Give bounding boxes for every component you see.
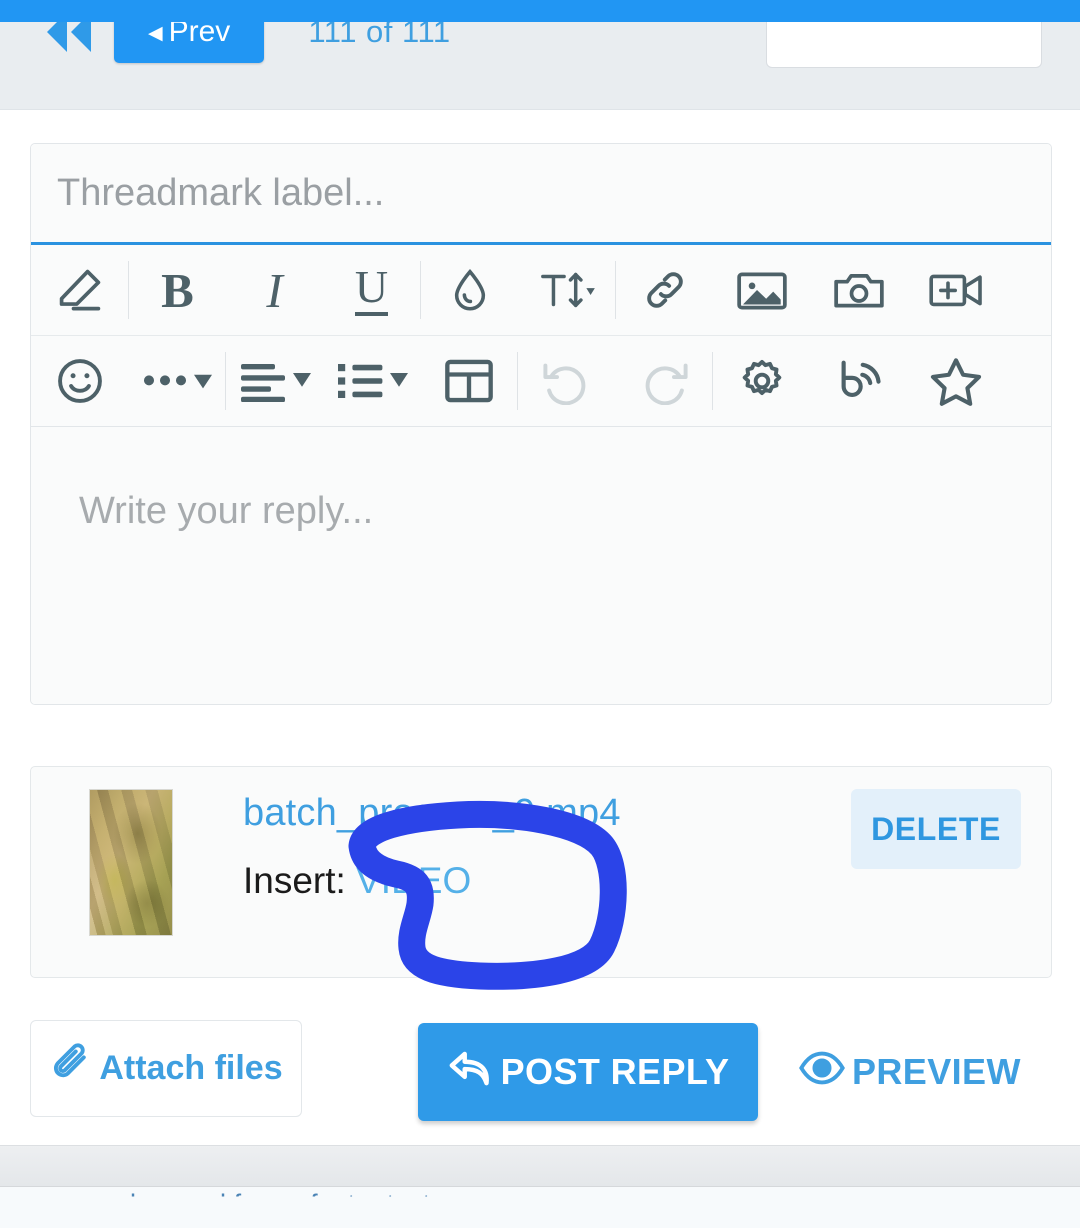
prev-page-button[interactable]: ◀ Prev xyxy=(114,22,265,63)
attachment-thumbnail[interactable] xyxy=(89,789,173,936)
attachment-insert-row: Insert: VIDEO xyxy=(243,860,471,902)
footer-text: obscured forum footer text xyxy=(115,1189,431,1219)
insert-label: Insert: xyxy=(243,860,346,901)
underline-icon[interactable]: U xyxy=(323,245,420,335)
editor-toolbar: B I U xyxy=(31,245,1051,427)
pagination-bar: ◀ Prev 111 of 111 xyxy=(0,22,1080,110)
footer-strip: obscured forum footer text xyxy=(0,1187,1080,1228)
page-jump-input[interactable] xyxy=(766,22,1042,68)
insert-image-icon[interactable] xyxy=(713,245,810,335)
insert-video-icon[interactable] xyxy=(907,245,1004,335)
toolbar-row-2 xyxy=(31,336,1051,427)
status-bar xyxy=(0,0,1080,22)
reply-arrow-icon xyxy=(447,1047,495,1098)
bold-icon[interactable]: B xyxy=(129,245,226,335)
more-options-icon[interactable] xyxy=(128,336,225,426)
list-icon[interactable] xyxy=(323,336,420,426)
delete-attachment-button[interactable]: DELETE xyxy=(851,789,1021,869)
italic-icon[interactable]: I xyxy=(226,245,323,335)
reply-editor-screen: ◀ Prev 111 of 111 Threadmark label... B xyxy=(0,0,1080,1228)
reply-editor: Threadmark label... B I U Write your rep… xyxy=(30,143,1052,705)
preview-button[interactable]: PREVIEW xyxy=(798,1023,1021,1121)
paperclip-icon xyxy=(49,1042,93,1095)
prev-page-label: Prev xyxy=(168,22,231,48)
footer-divider xyxy=(0,1145,1080,1187)
attach-files-button[interactable]: Attach files xyxy=(30,1020,302,1117)
remove-formatting-icon[interactable] xyxy=(31,245,128,335)
undo-icon[interactable] xyxy=(518,336,615,426)
insert-link-icon[interactable] xyxy=(616,245,713,335)
settings-gear-icon[interactable] xyxy=(713,336,810,426)
prev-caret-icon: ◀ xyxy=(148,22,163,44)
preview-label: PREVIEW xyxy=(852,1051,1021,1092)
text-color-icon[interactable] xyxy=(421,245,518,335)
insert-table-icon[interactable] xyxy=(420,336,517,426)
attach-files-label: Attach files xyxy=(99,1049,283,1087)
double-chevron-left-icon[interactable] xyxy=(40,22,96,57)
attachment-filename-link[interactable]: batch_process_9.mp4 xyxy=(243,792,621,835)
font-size-icon[interactable] xyxy=(518,245,615,335)
reply-textarea[interactable]: Write your reply... xyxy=(31,427,1051,704)
eye-icon xyxy=(798,1048,846,1097)
post-reply-button[interactable]: POST REPLY xyxy=(418,1023,758,1121)
emoji-icon[interactable] xyxy=(31,336,128,426)
camera-icon[interactable] xyxy=(810,245,907,335)
page-count-label: 111 of 111 xyxy=(308,22,451,49)
insert-video-link[interactable]: VIDEO xyxy=(356,860,471,901)
post-reply-label: POST REPLY xyxy=(500,1051,730,1092)
redo-icon[interactable] xyxy=(615,336,712,426)
toolbar-row-1: B I U xyxy=(31,245,1051,336)
favorite-star-icon[interactable] xyxy=(907,336,1004,426)
editor-action-bar: Attach files POST REPLY PREVIEW xyxy=(30,1020,1052,1121)
threadmark-label-input[interactable]: Threadmark label... xyxy=(31,144,1051,245)
bbcode-icon[interactable] xyxy=(810,336,907,426)
text-align-icon[interactable] xyxy=(226,336,323,426)
